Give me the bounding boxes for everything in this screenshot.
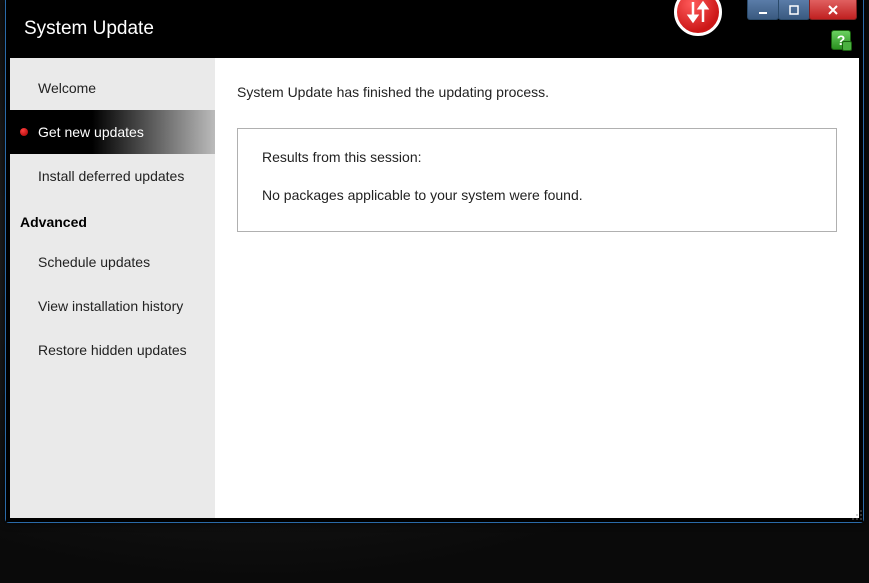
- sidebar: Welcome Get new updates Install deferred…: [10, 58, 215, 518]
- close-button[interactable]: [809, 0, 857, 20]
- status-message: System Update has finished the updating …: [237, 84, 837, 100]
- sidebar-section-heading: Advanced: [10, 198, 215, 240]
- results-title: Results from this session:: [262, 149, 812, 165]
- maximize-icon: [788, 4, 800, 16]
- main-content: System Update has finished the updating …: [215, 58, 859, 518]
- sidebar-item-label: Restore hidden updates: [38, 342, 187, 358]
- close-icon: [827, 4, 839, 16]
- app-header: System Update ?: [6, 0, 863, 58]
- maximize-button[interactable]: [778, 0, 810, 20]
- minimize-icon: [757, 4, 769, 16]
- help-button[interactable]: ?: [831, 30, 851, 50]
- app-window: System Update ? Welcome Get new updates …: [5, 0, 864, 523]
- sidebar-item-installation-history[interactable]: View installation history: [10, 284, 215, 328]
- sidebar-item-label: Get new updates: [38, 124, 144, 140]
- results-panel: Results from this session: No packages a…: [237, 128, 837, 232]
- sidebar-item-get-new-updates[interactable]: Get new updates: [10, 110, 215, 154]
- app-body: Welcome Get new updates Install deferred…: [6, 58, 863, 522]
- resize-grip-icon[interactable]: [849, 507, 863, 521]
- sidebar-item-restore-hidden[interactable]: Restore hidden updates: [10, 328, 215, 372]
- sidebar-item-label: View installation history: [38, 298, 183, 314]
- sidebar-item-label: Install deferred updates: [38, 168, 184, 184]
- help-icon: ?: [837, 32, 846, 48]
- sidebar-item-label: Schedule updates: [38, 254, 150, 270]
- sidebar-item-schedule-updates[interactable]: Schedule updates: [10, 240, 215, 284]
- window-controls: [748, 0, 857, 20]
- results-body: No packages applicable to your system we…: [262, 187, 812, 203]
- sidebar-item-label: Welcome: [38, 80, 96, 96]
- app-title: System Update: [24, 18, 154, 40]
- minimize-button[interactable]: [747, 0, 779, 20]
- sidebar-item-install-deferred[interactable]: Install deferred updates: [10, 154, 215, 198]
- sidebar-item-welcome[interactable]: Welcome: [10, 66, 215, 110]
